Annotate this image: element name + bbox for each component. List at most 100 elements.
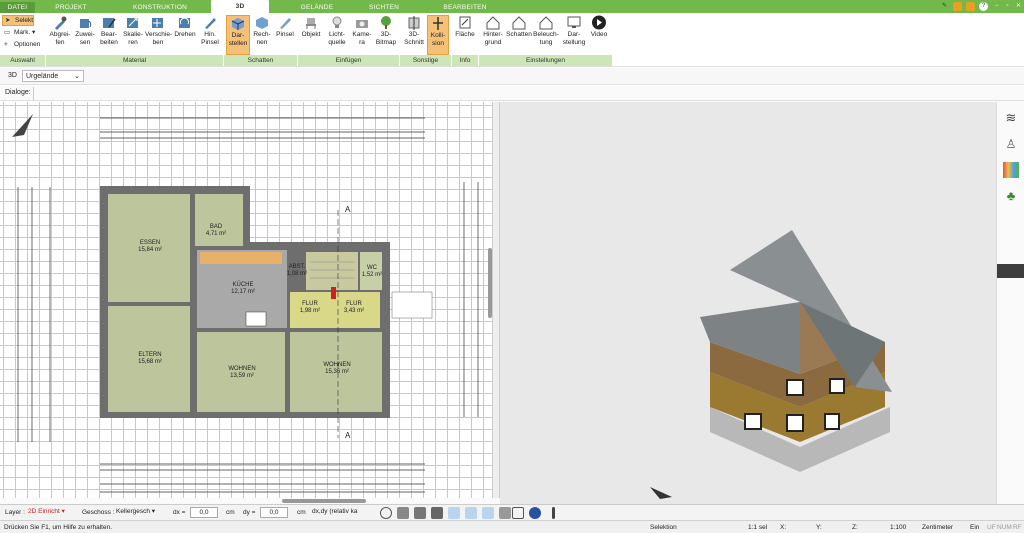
status-z: Z:	[852, 524, 858, 531]
bearbeiten-button[interactable]: Bear- beiten	[97, 15, 121, 55]
divider-icon	[552, 507, 555, 519]
hintergrund-label: Hinter- grund	[483, 31, 503, 46]
kamera-button[interactable]: Kame- ra	[352, 15, 372, 55]
kollision-button[interactable]: Kolli- sion	[427, 15, 449, 55]
tool-icon[interactable]	[397, 507, 409, 519]
layer-select[interactable]: 2D Einricht ▾	[28, 507, 78, 518]
skalieren-button[interactable]: Skalie- ren	[122, 15, 144, 55]
clock-icon[interactable]	[380, 507, 392, 519]
darstellung-button[interactable]: Dar- stellung	[561, 15, 587, 55]
status-ein: Ein	[970, 524, 980, 531]
darstellen-button[interactable]: Dar- stellen	[226, 15, 250, 55]
tab-sichten[interactable]: SICHTEN	[350, 2, 418, 13]
status-x: X:	[780, 524, 787, 531]
room-label-flur: FLUR 3,43 m²	[343, 301, 365, 314]
flaeche-button[interactable]: Fläche	[454, 15, 476, 55]
tree-icon	[381, 16, 391, 29]
tab-gelaende[interactable]: GELÄNDE	[272, 2, 362, 13]
snap-icon[interactable]	[465, 507, 477, 519]
floor-plan-view[interactable]: ESSEN 15,84 m² BAD 4,71 m² KÜCHE 12,17 m² A…	[0, 102, 492, 498]
zuweisen-button[interactable]: Zuwei- sen	[74, 15, 96, 55]
close-icon[interactable]: ✕	[1014, 2, 1023, 11]
tree-icon[interactable]: ♣	[1003, 188, 1019, 204]
help-icon[interactable]: ?	[979, 2, 988, 11]
abgreifen-button[interactable]: Abgrei- fen	[48, 15, 72, 55]
status-num: NUM	[997, 524, 1012, 531]
room-label-eltern: ELTERN 15,68 m²	[138, 352, 162, 365]
3d-view[interactable]	[500, 102, 996, 504]
floor-plan-drawing	[12, 114, 479, 493]
hin-pinsel-label: Hin. Pinsel	[201, 31, 219, 46]
lichtquelle-button[interactable]: Licht- quelle	[324, 15, 350, 55]
tab-projekt[interactable]: PROJEKT	[36, 2, 106, 13]
tool-icon[interactable]	[499, 507, 511, 519]
coordinate-mode-select[interactable]: dx,dy (relativ ka	[312, 507, 370, 518]
skalieren-label: Skalie- ren	[123, 31, 143, 46]
room-label-kueche: KÜCHE 12,17 m²	[231, 282, 255, 295]
status-unit: Zentimeter	[922, 524, 954, 531]
view-mode-label: 3D	[8, 72, 17, 79]
view-splitter[interactable]	[492, 102, 500, 498]
options-button[interactable]: + Optionen	[2, 40, 40, 51]
verschieben-button[interactable]: Verschie- ben	[145, 15, 173, 55]
objekt-label: Objekt	[301, 31, 321, 38]
hintergrund-button[interactable]: Hinter- grund	[481, 15, 505, 55]
tool-icon[interactable]	[414, 507, 426, 519]
drehen-button[interactable]: Drehen	[172, 15, 198, 55]
restore-icon[interactable]: ▫	[1003, 2, 1012, 11]
brush-icon	[280, 18, 291, 29]
window-icon[interactable]	[953, 2, 962, 11]
layers-icon[interactable]: ≋	[1003, 110, 1019, 126]
brush-icon	[205, 18, 216, 29]
group-auswahl: Auswahl	[0, 55, 46, 66]
lichtquelle-label: Licht- quelle	[328, 31, 346, 46]
window-icon[interactable]	[966, 2, 975, 11]
tab-datei[interactable]: DATEI	[0, 2, 35, 13]
3d-schnitt-button[interactable]: 3D- Schnitt	[402, 15, 426, 55]
area-icon	[459, 16, 471, 29]
tool-icon[interactable]	[431, 507, 443, 519]
dx-input[interactable]: 0,0	[190, 507, 218, 518]
objekt-button[interactable]: Objekt	[300, 15, 322, 55]
dialog-label: Dialoge:	[5, 89, 31, 96]
snap-icon[interactable]	[448, 507, 460, 519]
room-label-wohnen: WOHNEN 13,59 m²	[228, 366, 256, 379]
dy-label: dy =	[243, 509, 256, 516]
darstellen-label: Dar- stellen	[228, 32, 248, 47]
status-selection-scale: 1:1 sel	[748, 524, 768, 531]
collision-icon	[433, 17, 443, 30]
beleuchtung-button[interactable]: Beleuch- tung	[533, 15, 559, 55]
geschoss-select[interactable]: Kellergesch ▾	[116, 507, 166, 518]
rechnen-button[interactable]: Rech- nen	[251, 15, 273, 55]
tab-konstruktion[interactable]: KONSTRUKTION	[110, 2, 210, 13]
minimize-icon[interactable]: −	[992, 2, 1001, 11]
chevron-down-icon: ⌄	[74, 73, 80, 80]
3d-bitmap-button[interactable]: 3D- Bitmap	[374, 15, 398, 55]
material-palette-icon[interactable]	[1003, 162, 1019, 178]
bearbeiten-label: Bear- beiten	[100, 31, 118, 46]
pen-icon[interactable]: ✎	[940, 2, 949, 11]
dialog-bar: Dialoge:	[0, 86, 1024, 101]
kollision-label: Kolli- sion	[430, 32, 446, 47]
kamera-label: Kame- ra	[352, 31, 372, 46]
north-icon[interactable]	[529, 507, 541, 519]
grid-icon[interactable]	[512, 507, 524, 519]
chair-icon[interactable]: ♙	[1003, 136, 1019, 152]
select-button[interactable]: ➤ Selekt	[2, 15, 34, 26]
pinsel-button[interactable]: Pinsel	[274, 15, 296, 55]
mark-button[interactable]: ▭ Mark. ▾	[2, 28, 35, 39]
house-3d-model	[650, 230, 892, 499]
verschieben-label: Verschie- ben	[145, 31, 173, 46]
panel-toggle-icon[interactable]	[997, 264, 1024, 278]
section-marker: A	[345, 205, 351, 214]
terrain-select[interactable]: Urgelände ⌄	[22, 70, 84, 82]
play-icon	[592, 15, 606, 30]
dy-input[interactable]: 0,0	[260, 507, 288, 518]
video-button[interactable]: Video	[588, 15, 610, 55]
tab-3d[interactable]: 3D	[211, 0, 269, 13]
schatten-settings-button[interactable]: Schatten	[506, 15, 532, 55]
snap-icon[interactable]	[482, 507, 494, 519]
status-mode: Selektion	[650, 524, 677, 531]
tab-bearbeiten[interactable]: BEARBEITEN	[420, 2, 510, 13]
hin-pinsel-button[interactable]: Hin. Pinsel	[199, 15, 221, 55]
